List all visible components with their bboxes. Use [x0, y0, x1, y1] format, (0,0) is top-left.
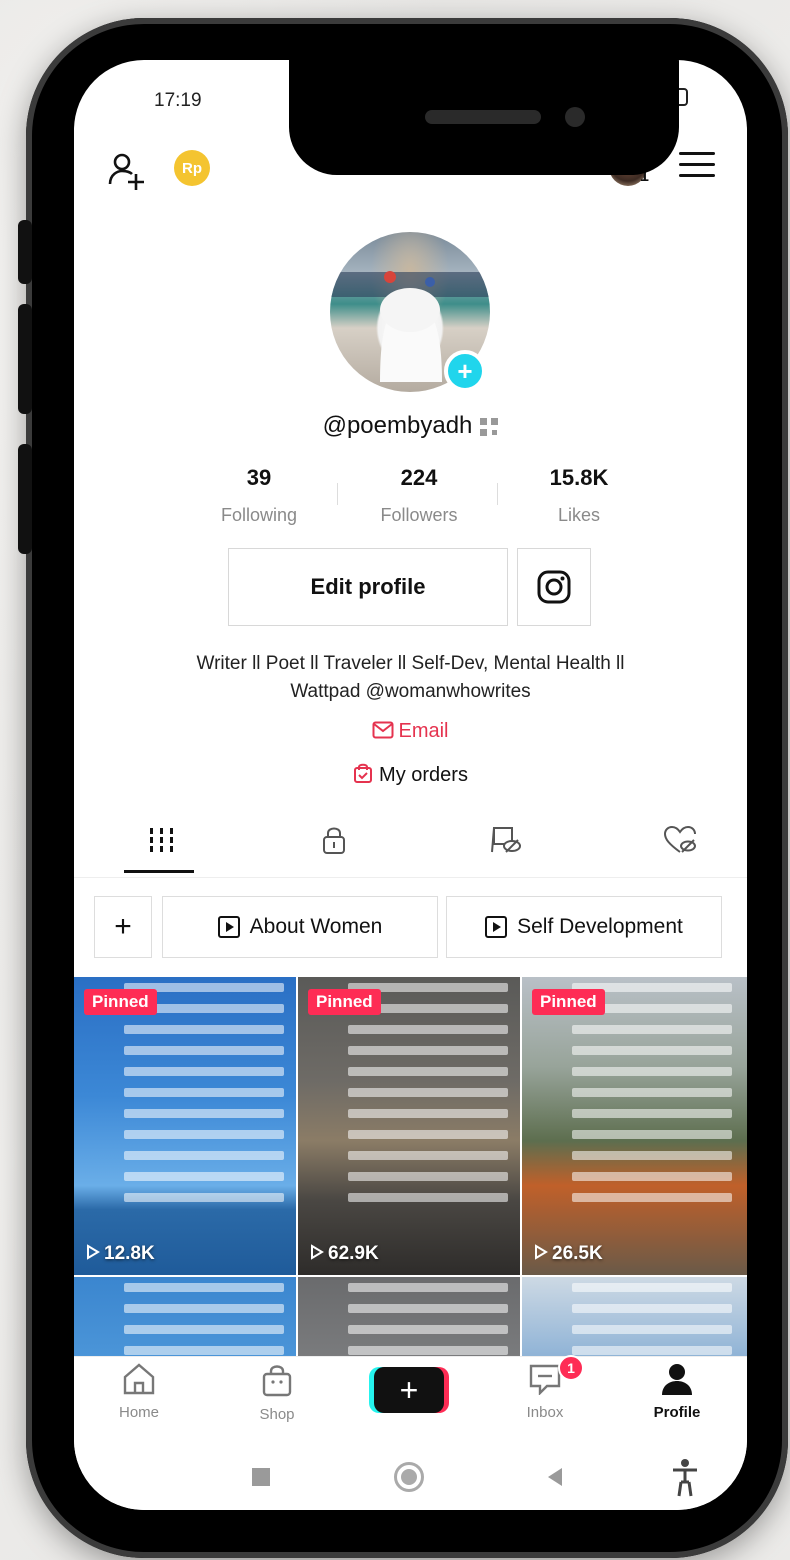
following-count: 39: [246, 465, 272, 490]
qr-code-icon[interactable]: [480, 417, 499, 436]
app-screen: 17:19 4G 7 Rp adh 1 + @poembyadh: [74, 60, 747, 1510]
nav-label: Home: [118, 1404, 159, 1421]
volume-down-button: [18, 444, 32, 554]
nav-label: Profile: [653, 1404, 701, 1421]
instagram-icon: [537, 570, 571, 604]
profile-stats: 39 Following 224 Followers 15.8K Likes: [184, 465, 634, 535]
system-nav-bar: [74, 1446, 747, 1510]
email-label: Email: [398, 720, 449, 742]
active-tab-indicator: [124, 870, 194, 873]
back-arrow-icon[interactable]: [548, 1468, 562, 1486]
tab-reposts[interactable]: [476, 820, 536, 860]
inbox-badge: 1: [558, 1355, 584, 1381]
divider: [497, 483, 498, 505]
playlist-bar: + About Women Self Development: [94, 896, 734, 958]
pinned-badge: Pinned: [84, 989, 157, 1015]
accessibility-icon[interactable]: [670, 1458, 700, 1498]
menu-icon[interactable]: [679, 152, 715, 182]
lock-icon: [323, 827, 345, 854]
followers-label: Followers: [380, 505, 458, 525]
create-button[interactable]: +: [374, 1367, 444, 1413]
profile-handle-row: @poembyadh: [74, 412, 747, 440]
shop-bag-icon: [262, 1365, 292, 1397]
stat-following[interactable]: 39 Following: [184, 465, 334, 526]
home-icon: [123, 1363, 155, 1395]
likes-label: Likes: [557, 505, 601, 525]
playlist-about-women[interactable]: About Women: [162, 896, 438, 958]
playlist-label: About Women: [249, 915, 383, 938]
home-circle-icon[interactable]: [394, 1462, 424, 1492]
nav-home[interactable]: Home: [94, 1363, 184, 1421]
nav-shop[interactable]: Shop: [232, 1363, 322, 1423]
playlist-icon: [217, 916, 240, 938]
video-grid: Pinned 12.8K Pinned 62.9K Pinned 26.5K: [74, 977, 747, 1357]
bio-line: Writer ll Poet ll Traveler ll Self-Dev, …: [196, 653, 625, 674]
add-photo-button[interactable]: +: [444, 350, 486, 392]
recent-apps-icon[interactable]: [252, 1468, 270, 1486]
playlist-icon: [485, 916, 508, 938]
add-playlist-button[interactable]: +: [94, 896, 152, 958]
bio: Writer ll Poet ll Traveler ll Self-Dev, …: [74, 650, 747, 706]
nav-label: Inbox: [526, 1404, 564, 1421]
bottom-nav: Home Shop + Inbox 1 Profile: [74, 1355, 747, 1446]
inbox-icon: [529, 1364, 561, 1396]
tab-private[interactable]: [304, 820, 364, 860]
playlist-label: Self Development: [517, 915, 683, 938]
video-thumbnail[interactable]: Pinned 26.5K: [522, 977, 747, 1275]
hidden-eye-icon: [491, 827, 521, 853]
content-tabs: [74, 812, 747, 878]
view-count: 62.9K: [310, 1243, 379, 1265]
tab-liked[interactable]: [650, 820, 710, 860]
side-button: [18, 220, 32, 284]
instagram-button[interactable]: [517, 548, 591, 626]
mail-icon: [372, 721, 394, 739]
video-thumbnail[interactable]: [74, 1277, 296, 1357]
email-link[interactable]: Email: [74, 720, 747, 743]
likes-count: 15.8K: [549, 465, 609, 490]
video-thumbnail[interactable]: [298, 1277, 520, 1357]
followers-count: 224: [400, 465, 438, 490]
following-label: Following: [220, 505, 298, 525]
heart-hidden-icon: [663, 826, 696, 853]
edit-profile-button[interactable]: Edit profile: [228, 548, 508, 626]
stat-likes[interactable]: 15.8K Likes: [504, 465, 654, 526]
play-icon: [311, 1244, 324, 1260]
video-thumbnail[interactable]: [522, 1277, 747, 1357]
nav-label: Shop: [259, 1406, 295, 1423]
tab-videos[interactable]: [132, 820, 192, 860]
video-thumbnail[interactable]: Pinned 12.8K: [74, 977, 296, 1275]
my-orders-link[interactable]: My orders: [74, 762, 747, 787]
volume-up-button: [18, 304, 32, 414]
video-thumbnail[interactable]: Pinned 62.9K: [298, 977, 520, 1275]
grid-icon: [150, 828, 173, 852]
profile-handle: @poembyadh: [322, 412, 473, 439]
play-icon: [87, 1244, 100, 1260]
view-count: 26.5K: [534, 1243, 603, 1265]
nav-profile[interactable]: Profile: [632, 1363, 722, 1421]
stat-followers[interactable]: 224 Followers: [344, 465, 494, 526]
my-orders-label: My orders: [379, 764, 468, 786]
playlist-self-development[interactable]: Self Development: [446, 896, 722, 958]
bio-line: Wattpad @womanwhowrites: [290, 681, 531, 702]
play-icon: [535, 1244, 548, 1260]
pinned-badge: Pinned: [308, 989, 381, 1015]
notch: [289, 60, 679, 175]
shopping-bag-icon: [354, 763, 373, 783]
view-count: 12.8K: [86, 1243, 155, 1265]
divider: [337, 483, 338, 505]
status-time: 17:19: [154, 90, 202, 111]
profile-icon: [662, 1364, 692, 1395]
pinned-badge: Pinned: [532, 989, 605, 1015]
